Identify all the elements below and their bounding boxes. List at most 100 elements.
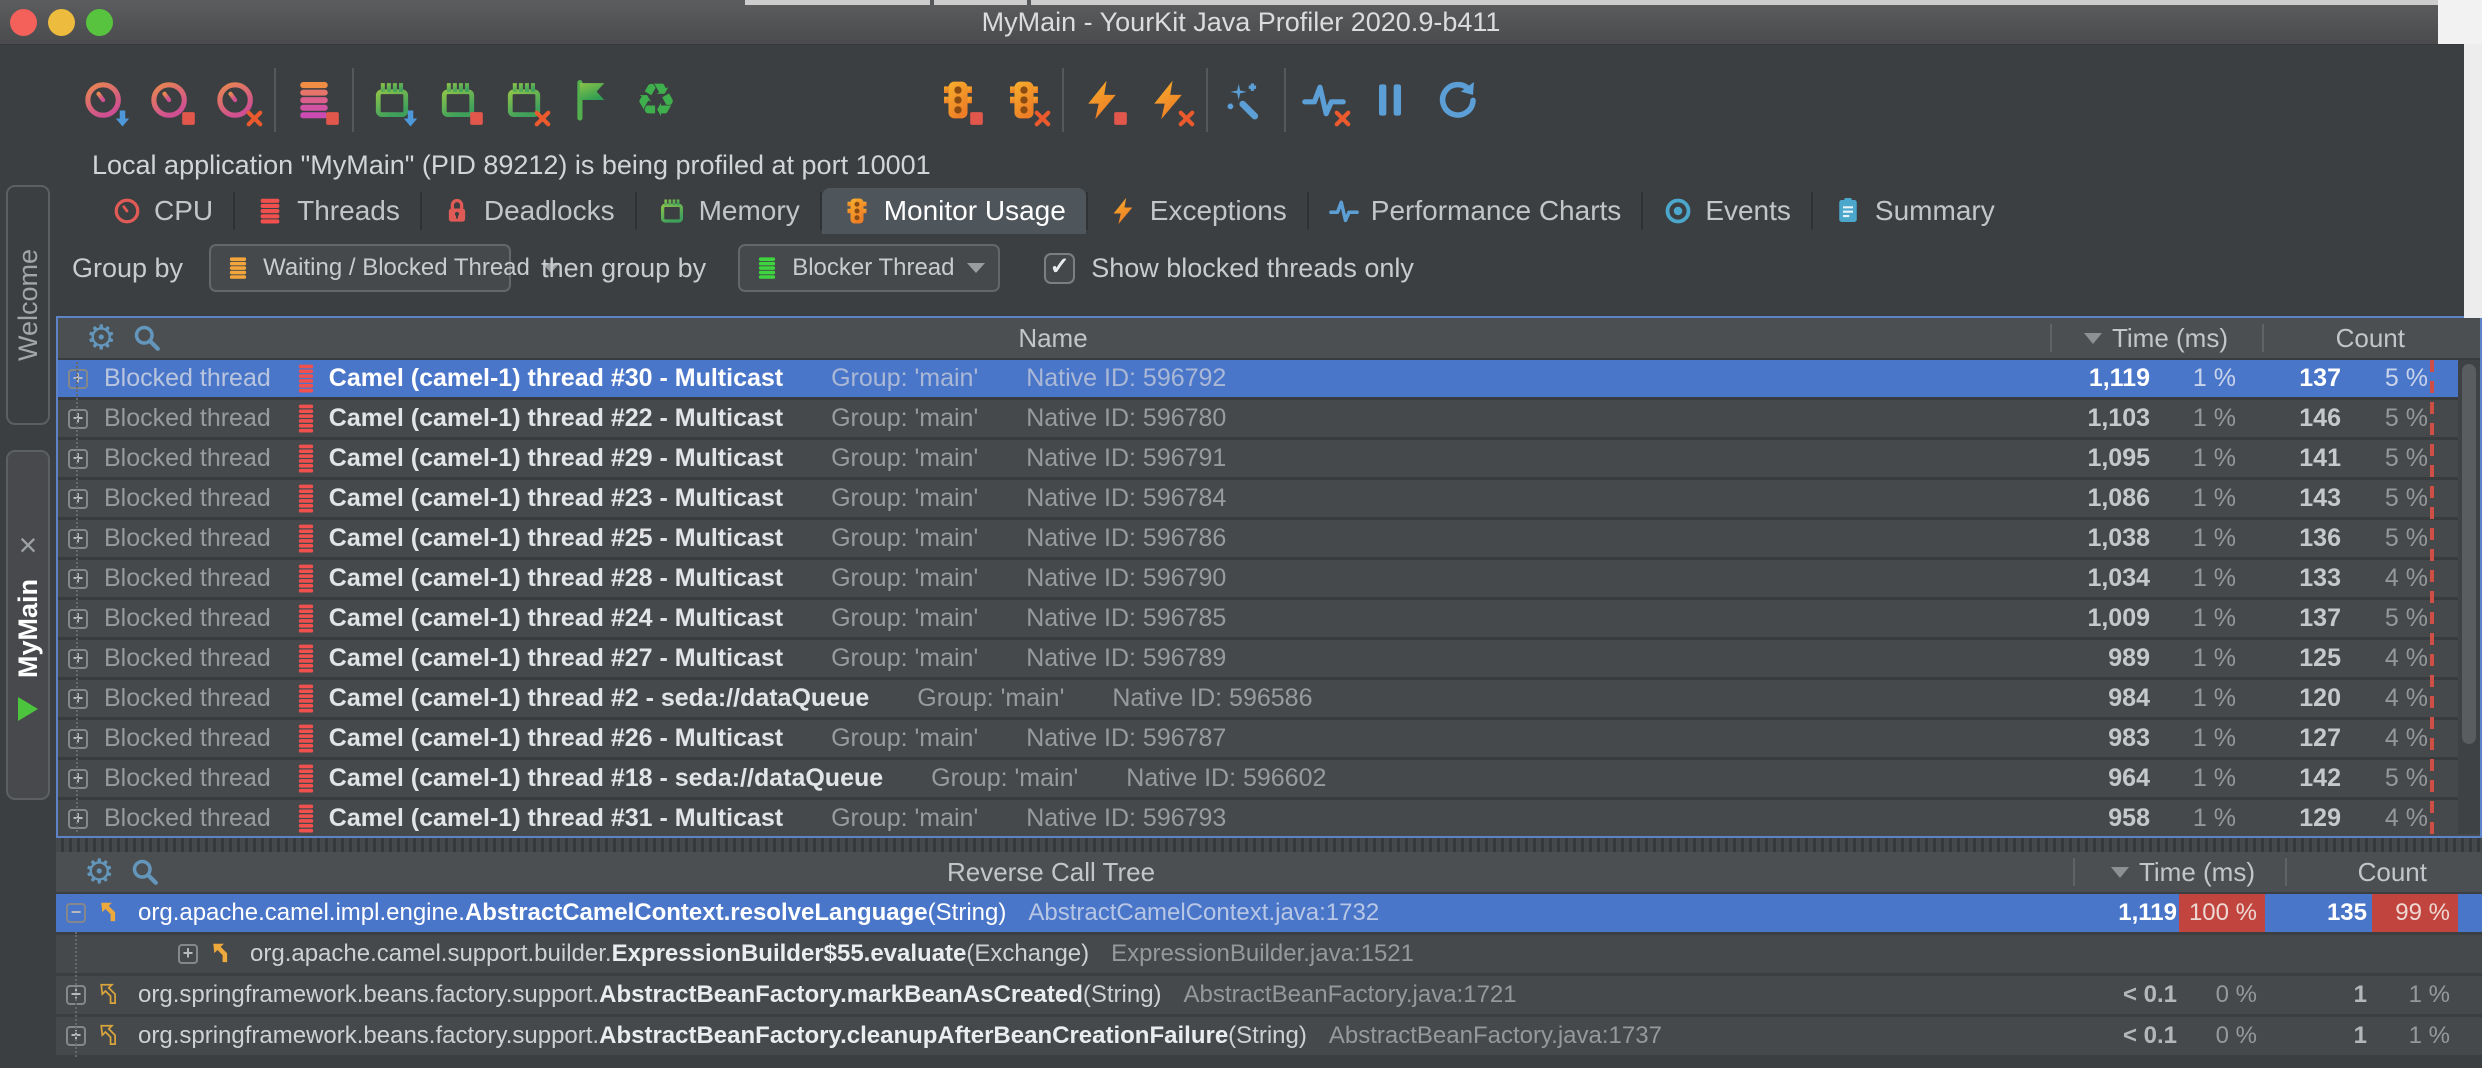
column-header-count[interactable]: Count: [2336, 323, 2405, 354]
expand-icon[interactable]: +: [68, 689, 88, 709]
thread-row[interactable]: +Blocked threadCamel (camel-1) thread #2…: [58, 480, 2480, 517]
tab-cpu[interactable]: CPU: [92, 188, 233, 234]
vertical-scrollbar[interactable]: [2458, 360, 2480, 834]
tab-events[interactable]: Events: [1643, 188, 1811, 234]
trigger-flag-button[interactable]: [564, 73, 616, 127]
expand-icon[interactable]: +: [178, 944, 198, 964]
panel-splitter[interactable]: [56, 838, 2482, 852]
record-badge-icon: [399, 107, 422, 130]
force-gc-button[interactable]: ♻: [630, 73, 682, 127]
tab-monitor-usage[interactable]: Monitor Usage: [822, 188, 1086, 234]
expand-icon[interactable]: +: [68, 449, 88, 469]
thread-icon: [297, 603, 315, 635]
tab-threads[interactable]: Threads: [235, 188, 420, 234]
call-tree-row[interactable]: + org.springframework.beans.factory.suppo…: [56, 1017, 2482, 1055]
thread-row[interactable]: +Blocked threadCamel (camel-1) thread #2…: [58, 720, 2480, 757]
thread-telemetry-stop-button[interactable]: [288, 73, 340, 127]
memory-clear-button[interactable]: [498, 73, 550, 127]
call-tree-rows: − org.apache.camel.impl.engine.AbstractCa…: [56, 892, 2482, 1068]
pause-button[interactable]: [1364, 73, 1416, 127]
sidebar-tab-welcome[interactable]: Welcome: [6, 185, 50, 425]
method-signature: org.springframework.beans.factory.suppor…: [138, 1022, 1307, 1050]
thread-row[interactable]: +Blocked threadCamel (camel-1) thread #2…: [58, 600, 2480, 637]
show-blocked-checkbox[interactable]: ✓: [1044, 253, 1075, 284]
column-divider[interactable]: [2050, 324, 2052, 352]
then-group-by-label: then group by: [541, 253, 706, 284]
collapse-icon[interactable]: −: [66, 903, 86, 923]
expand-icon[interactable]: +: [66, 985, 86, 1005]
column-header-time[interactable]: Time (ms): [2111, 857, 2255, 888]
thread-native-id: Native ID: 596780: [1026, 404, 1226, 433]
cpu-profiling-stop-button[interactable]: [144, 73, 196, 127]
group-by-dropdown[interactable]: Waiting / Blocked Thread: [209, 244, 511, 292]
close-icon[interactable]: ×: [19, 529, 38, 561]
thread-native-id: Native ID: 596792: [1026, 364, 1226, 393]
memory-recording-start-button[interactable]: [366, 73, 418, 127]
thread-row[interactable]: +Blocked threadCamel (camel-1) thread #2…: [58, 680, 2480, 717]
monitor-usage-table-panel: ⚙ Name Time (ms) Count +Blocked threadCa…: [56, 316, 2482, 838]
column-header-name[interactable]: Name: [58, 323, 2048, 354]
expand-icon[interactable]: +: [68, 529, 88, 549]
stop-badge-icon: [177, 107, 200, 130]
thread-name: Camel (camel-1) thread #24 - Multicast: [329, 604, 783, 633]
monitor-clear-button[interactable]: [998, 73, 1050, 127]
expand-icon[interactable]: +: [68, 409, 88, 429]
column-divider[interactable]: [2262, 324, 2264, 352]
time-percent: 1 %: [2193, 644, 2236, 673]
tab-memory[interactable]: Memory: [637, 188, 820, 234]
expand-icon[interactable]: +: [68, 809, 88, 829]
expand-icon[interactable]: +: [68, 489, 88, 509]
call-tree-title[interactable]: Reverse Call Tree: [56, 857, 2046, 888]
method-arrow-icon: [98, 1023, 124, 1049]
blocked-thread-label: Blocked thread: [104, 764, 271, 793]
expand-icon[interactable]: +: [66, 1026, 86, 1046]
scrollbar-thumb[interactable]: [2462, 364, 2476, 744]
thread-name: Camel (camel-1) thread #28 - Multicast: [329, 564, 783, 593]
welcome-tab-label: Welcome: [13, 249, 44, 361]
thread-row[interactable]: +Blocked threadCamel (camel-1) thread #2…: [58, 640, 2480, 677]
blocked-thread-label: Blocked thread: [104, 364, 271, 393]
inspections-button[interactable]: [1220, 73, 1272, 127]
thread-native-id: Native ID: 596602: [1126, 764, 1326, 793]
monitor-profiling-stop-button[interactable]: [932, 73, 984, 127]
time-value: 1,034: [2087, 564, 2150, 593]
tab-exceptions[interactable]: Exceptions: [1088, 188, 1307, 234]
exception-clear-button[interactable]: [1142, 73, 1194, 127]
count-percent: 5 %: [2385, 604, 2428, 633]
column-divider[interactable]: [2285, 858, 2287, 886]
refresh-button[interactable]: [1430, 73, 1482, 127]
telemetry-clear-button[interactable]: [1298, 73, 1350, 127]
expand-icon[interactable]: +: [68, 769, 88, 789]
column-header-count[interactable]: Count: [2358, 857, 2427, 888]
expand-icon[interactable]: +: [68, 569, 88, 589]
memory-recording-stop-button[interactable]: [432, 73, 484, 127]
source-location: AbstractBeanFactory.java:1721: [1184, 981, 1517, 1009]
sidebar-tab-mymain[interactable]: × MyMain: [6, 450, 50, 800]
count-value: 1: [2354, 981, 2367, 1009]
tab-summary[interactable]: Summary: [1813, 188, 2015, 234]
expand-icon[interactable]: +: [68, 649, 88, 669]
then-group-by-dropdown[interactable]: Blocker Thread: [738, 244, 1000, 292]
cpu-profiling-start-button[interactable]: [78, 73, 130, 127]
column-divider[interactable]: [2073, 858, 2075, 886]
call-tree-row[interactable]: +org.springframework.beans.factory.suppo…: [56, 976, 2482, 1014]
tab-performance-charts[interactable]: Performance Charts: [1309, 188, 1642, 234]
call-tree-row[interactable]: +org.apache.camel.support.builder.Expres…: [56, 935, 2482, 973]
expand-icon[interactable]: +: [68, 729, 88, 749]
exception-profiling-stop-button[interactable]: [1076, 73, 1128, 127]
show-blocked-label[interactable]: Show blocked threads only: [1091, 253, 1414, 284]
method-signature: org.apache.camel.impl.engine.AbstractCam…: [138, 899, 1006, 927]
expand-icon[interactable]: +: [68, 609, 88, 629]
thread-row[interactable]: +Blocked threadCamel (camel-1) thread #3…: [58, 360, 2480, 397]
thread-row[interactable]: +Blocked threadCamel (camel-1) thread #2…: [58, 400, 2480, 437]
column-header-time[interactable]: Time (ms): [2084, 323, 2228, 354]
cpu-clear-button[interactable]: [210, 73, 262, 127]
tab-deadlocks[interactable]: Deadlocks: [422, 188, 635, 234]
call-tree-row[interactable]: − org.apache.camel.impl.engine.AbstractCa…: [56, 894, 2482, 932]
thread-row[interactable]: +Blocked threadCamel (camel-1) thread #2…: [58, 440, 2480, 477]
thread-row[interactable]: +Blocked threadCamel (camel-1) thread #2…: [58, 560, 2480, 597]
thread-row[interactable]: +Blocked threadCamel (camel-1) thread #1…: [58, 760, 2480, 797]
expand-icon[interactable]: +: [68, 369, 88, 389]
thread-row[interactable]: +Blocked threadCamel (camel-1) thread #3…: [58, 800, 2480, 836]
thread-row[interactable]: +Blocked threadCamel (camel-1) thread #2…: [58, 520, 2480, 557]
